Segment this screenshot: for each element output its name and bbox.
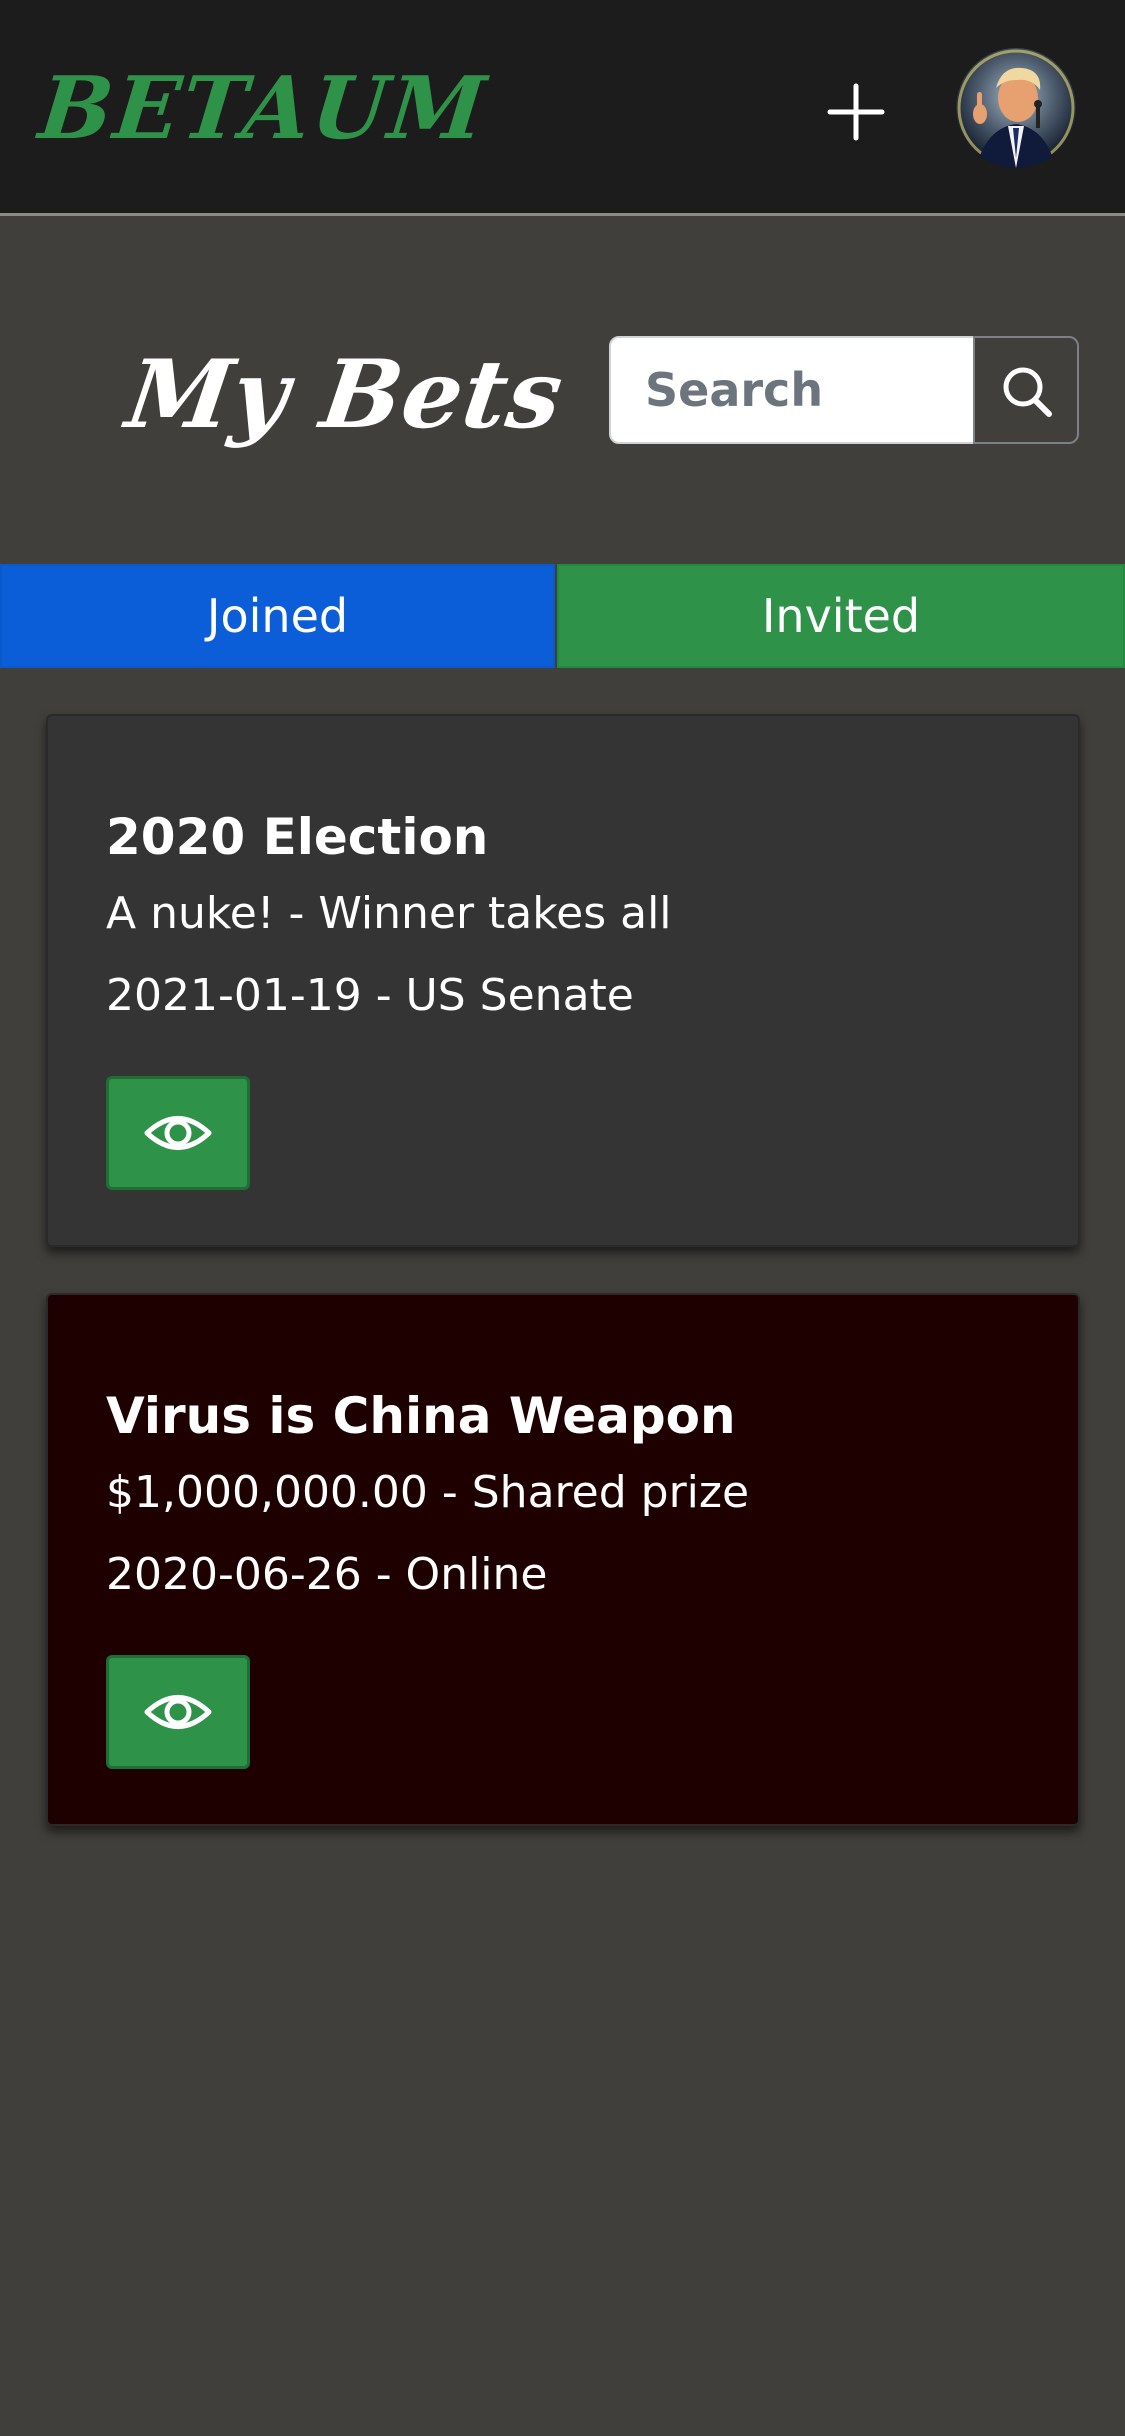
bet-prize: A nuke! - Winner takes all xyxy=(106,888,672,939)
plus-icon xyxy=(827,83,885,141)
eye-icon xyxy=(144,1695,212,1729)
user-avatar[interactable] xyxy=(956,48,1076,168)
bet-card: 2020 Election A nuke! - Winner takes all… xyxy=(46,714,1080,1247)
bet-prize: $1,000,000.00 - Shared prize xyxy=(106,1467,750,1518)
view-bet-button[interactable] xyxy=(106,1076,250,1190)
bet-date-location: 2021-01-19 - US Senate xyxy=(106,970,634,1021)
avatar-photo xyxy=(956,48,1076,168)
bet-date-location: 2020-06-26 - Online xyxy=(106,1549,548,1600)
tab-joined-label: Joined xyxy=(206,589,349,643)
search-icon xyxy=(1003,367,1052,417)
bet-title: Virus is China Weapon xyxy=(106,1387,736,1445)
add-bet-button[interactable] xyxy=(826,82,886,142)
tab-joined[interactable]: Joined xyxy=(0,564,555,668)
bet-card: Virus is China Weapon $1,000,000.00 - Sh… xyxy=(46,1293,1080,1826)
eye-icon xyxy=(144,1116,212,1150)
page-title: My Bets xyxy=(120,340,570,450)
search-button[interactable] xyxy=(973,336,1079,444)
tab-invited[interactable]: Invited xyxy=(557,564,1125,668)
top-navbar: BETAUM xyxy=(0,0,1125,216)
search-input[interactable] xyxy=(609,336,975,444)
view-bet-button[interactable] xyxy=(106,1655,250,1769)
tab-invited-label: Invited xyxy=(761,589,921,643)
brand-logo[interactable]: BETAUM xyxy=(35,58,492,159)
bet-title: 2020 Election xyxy=(106,808,489,866)
